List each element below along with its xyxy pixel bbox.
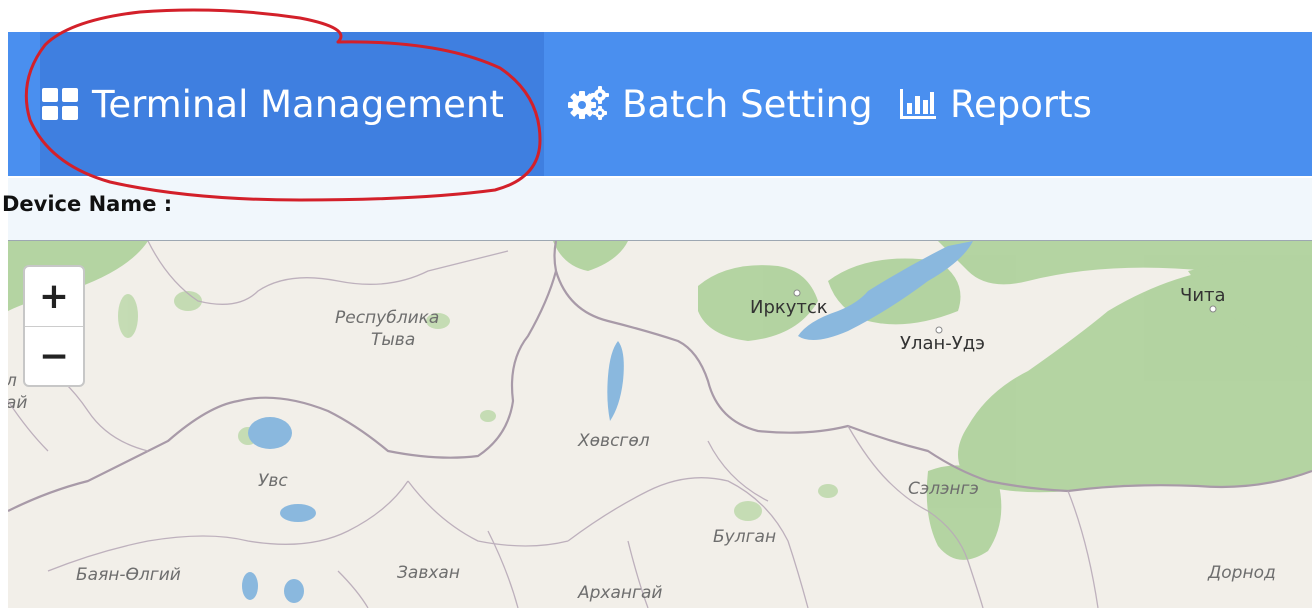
map-view[interactable]: Республика Тыва Иркутск Улан-Удэ Чита Хө… — [8, 241, 1312, 608]
map-label-edge-2: ай — [8, 393, 28, 413]
nav-batch-setting-label: Batch Setting — [622, 82, 873, 126]
nav-reports-label: Reports — [950, 82, 1092, 126]
nav-terminal-management[interactable]: Terminal Management — [40, 32, 544, 176]
map-label-tuva-1: Республика — [335, 308, 440, 328]
bar-chart-icon — [898, 87, 938, 121]
map-label-uvs: Увс — [258, 471, 288, 491]
map-label-ulan-ude: Улан-Удэ — [900, 333, 986, 354]
top-navbar: Terminal Management Batch Setting Report… — [8, 32, 1312, 176]
map-base-layer — [8, 241, 1312, 608]
map-label-arkhangai: Архангай — [578, 583, 663, 603]
device-name-label: Device Name : — [2, 192, 173, 216]
device-info-bar: Device Name : — [2, 178, 1312, 241]
map-label-irkutsk: Иркутск — [750, 297, 828, 318]
map-label-khuvsgul: Хөвсгөл — [578, 431, 650, 451]
zoom-out-button[interactable]: − — [25, 327, 83, 386]
map-label-tuva-2: Тыва — [371, 330, 416, 350]
map-label-dornod: Дорнод — [1208, 563, 1276, 583]
gears-icon — [568, 86, 610, 122]
map-label-edge-1: л — [8, 371, 17, 391]
nav-batch-setting[interactable]: Batch Setting — [568, 32, 878, 176]
map-label-bulgan: Булган — [713, 527, 777, 547]
map-label-chita: Чита — [1180, 285, 1226, 306]
zoom-control: + − — [23, 265, 85, 387]
nav-reports[interactable]: Reports — [898, 32, 1118, 176]
map-label-bayan-ulgii: Баян-Өлгий — [76, 565, 181, 585]
map-label-zavkhan: Завхан — [397, 563, 460, 583]
grid-icon — [40, 87, 80, 121]
zoom-in-button[interactable]: + — [25, 267, 83, 327]
nav-terminal-management-label: Terminal Management — [92, 82, 504, 126]
map-label-selenge: Сэлэнгэ — [908, 479, 979, 499]
